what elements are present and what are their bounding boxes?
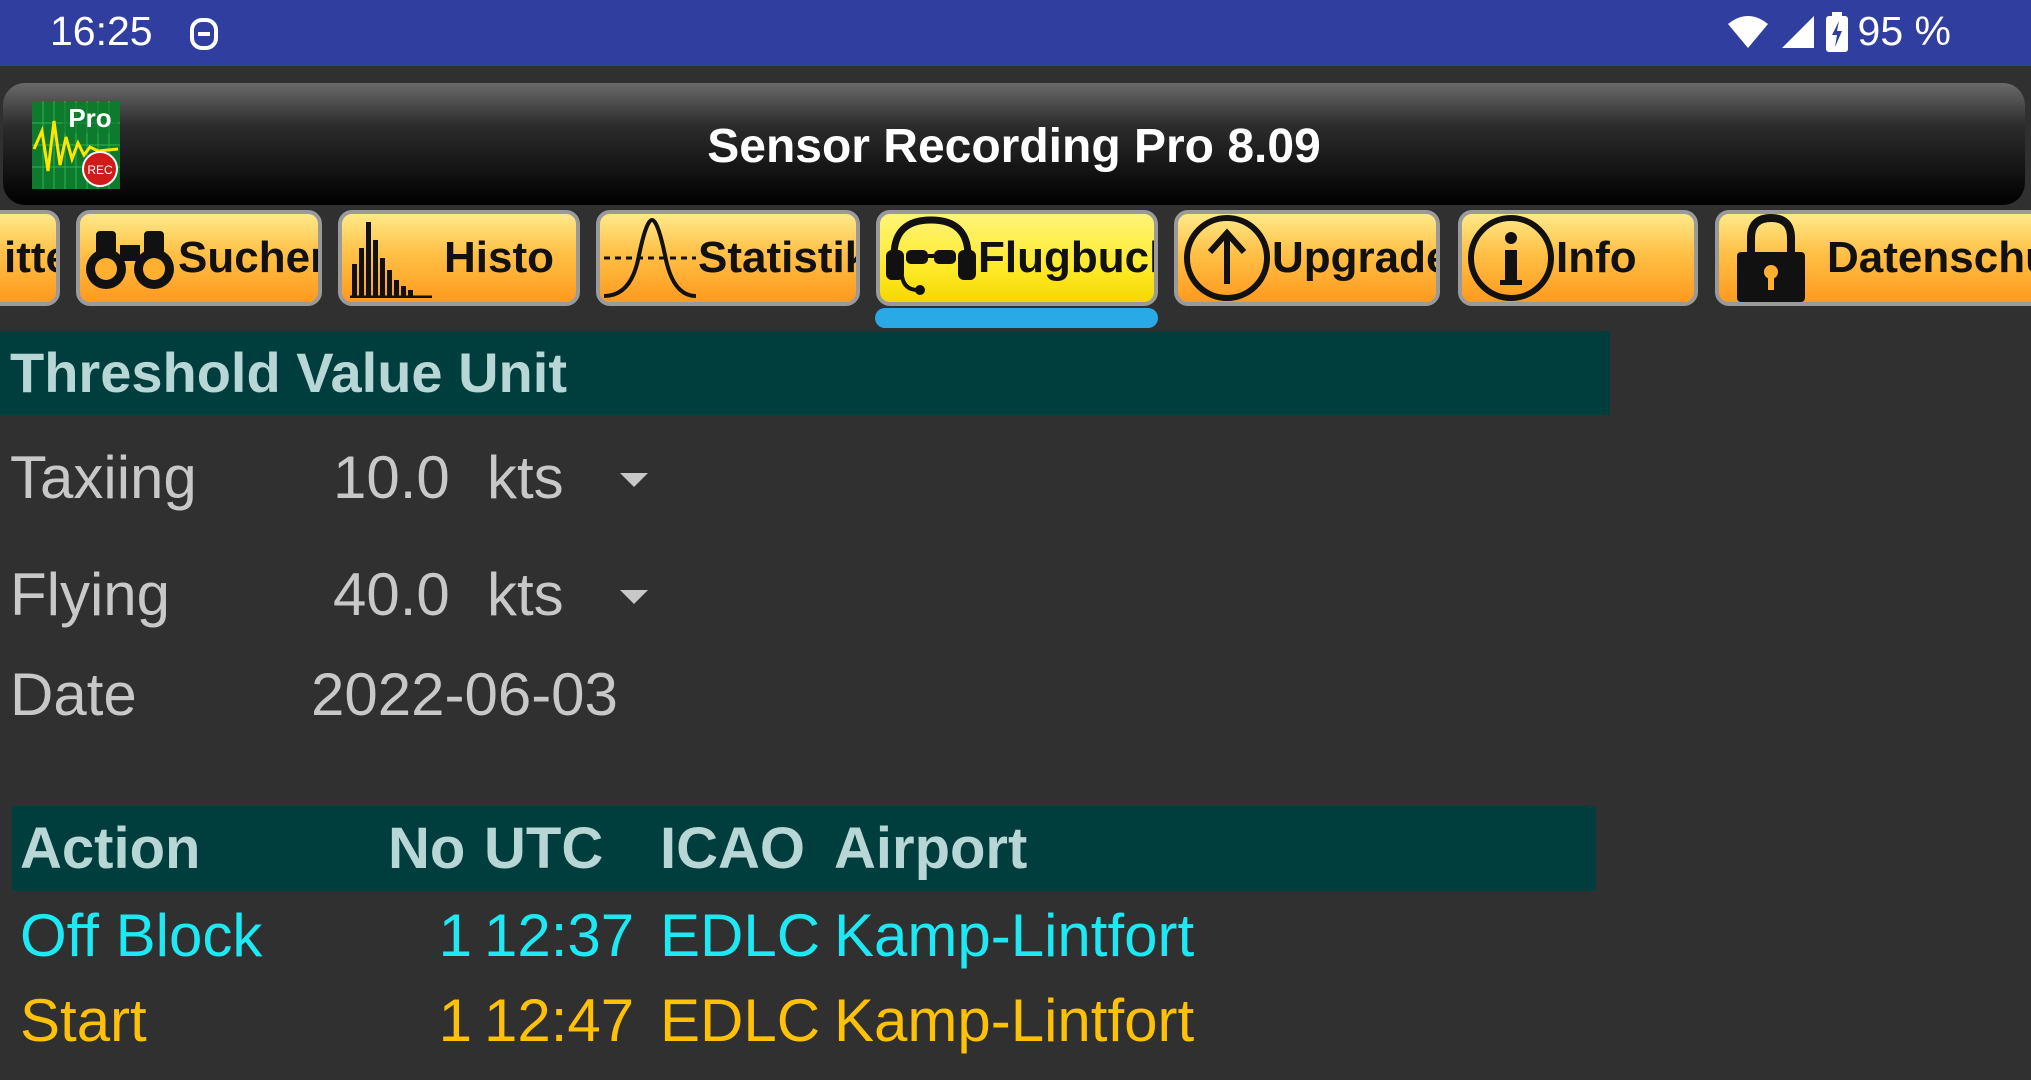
lock-icon (1729, 214, 1813, 302)
row-icao: EDLC (660, 902, 821, 969)
active-tab-indicator (875, 308, 1158, 328)
row-utc: 12:37 (484, 902, 635, 969)
col-no: No (388, 816, 466, 881)
cell-signal-icon (1781, 15, 1814, 48)
vpn-key-icon (190, 18, 218, 50)
pilot-headset-icon (884, 216, 978, 300)
tab-bar: itte Suchen (0, 208, 2031, 333)
row-action: Start (20, 987, 147, 1054)
status-icons: 95 % (1726, 8, 1951, 55)
tab-label: Statistik (698, 233, 860, 282)
status-time: 16:25 (50, 8, 153, 54)
status-bar: 16:25 95 % (0, 0, 2031, 66)
row-icao: EDLC (660, 987, 821, 1054)
tab-label: Datenschu (1827, 233, 2031, 282)
threshold-header: Threshold Value Unit (0, 331, 1610, 415)
date-label: Date (10, 661, 137, 728)
log-table-header: Action No UTC ICAO Airport (12, 806, 1596, 891)
tab-label: Histo (444, 233, 554, 282)
row-no: 1 (438, 902, 472, 969)
flying-unit-dropdown-icon[interactable] (620, 590, 648, 604)
row-utc: 12:47 (484, 987, 635, 1054)
tab-label: Info (1556, 233, 1637, 282)
flying-unit: kts (487, 561, 564, 628)
wifi-icon (1727, 15, 1768, 48)
tab-upgrade[interactable]: Upgrade (1174, 210, 1440, 306)
table-row[interactable]: Off Block 1 12:37 EDLC Kamp-Lintfort (12, 893, 1596, 978)
row-airport: Kamp-Lintfort (834, 987, 1195, 1054)
row-no: 1 (438, 987, 472, 1054)
taxiing-label: Taxiing (10, 444, 197, 511)
battery-percent: 95 % (1857, 8, 1951, 54)
tab-label: Flugbuch (978, 233, 1158, 282)
row-airport: Kamp-Lintfort (834, 902, 1195, 969)
battery-charging-icon (1825, 11, 1848, 52)
histogram-icon (348, 218, 432, 298)
col-airport: Airport (834, 816, 1028, 881)
col-utc: UTC (484, 816, 604, 881)
tab-info[interactable]: Info (1458, 210, 1698, 306)
tab-flugbuch[interactable]: Flugbuch (876, 210, 1158, 306)
tab-suchen[interactable]: Suchen (76, 210, 322, 306)
flying-label: Flying (10, 561, 171, 628)
tab-datenschutz[interactable]: Datenschu (1715, 210, 2031, 306)
tab-statistik[interactable]: Statistik (596, 210, 860, 306)
tab-label: itte (4, 233, 56, 282)
taxiing-unit: kts (487, 444, 564, 511)
flying-value[interactable]: 40.0 (333, 560, 450, 629)
date-value[interactable]: 2022-06-03 (311, 660, 618, 729)
arrow-up-circle-icon (1182, 214, 1272, 302)
binoculars-icon (82, 223, 178, 293)
col-action: Action (20, 816, 201, 881)
tab-bitte[interactable]: itte (0, 210, 60, 306)
table-row[interactable]: Start 1 12:47 EDLC Kamp-Lintfort (12, 978, 1596, 1063)
tab-label: Suchen (178, 233, 322, 282)
taxiing-value[interactable]: 10.0 (333, 443, 450, 512)
row-action: Off Block (20, 902, 263, 969)
app-title: Sensor Recording Pro 8.09 (707, 120, 1321, 173)
app-title-bar: Pro REC Sensor Recording Pro 8.09 (3, 83, 2025, 205)
taxiing-unit-dropdown-icon[interactable] (620, 473, 648, 487)
info-circle-icon (1466, 214, 1556, 302)
col-icao: ICAO (660, 816, 805, 881)
tab-histo[interactable]: Histo (338, 210, 580, 306)
bell-curve-icon (602, 216, 698, 300)
tab-label: Upgrade (1272, 233, 1440, 282)
